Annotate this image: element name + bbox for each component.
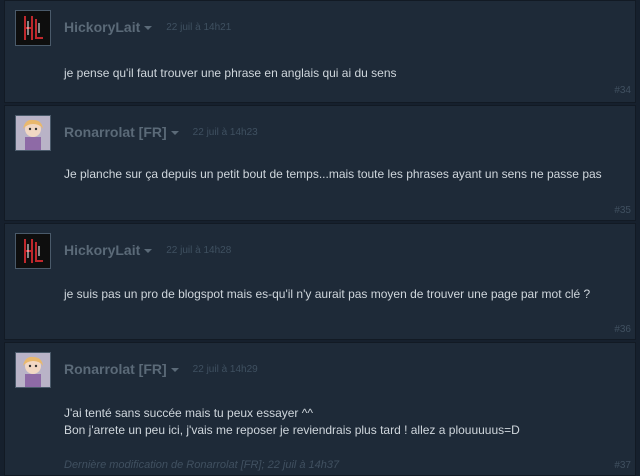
hickorylait-avatar[interactable] bbox=[15, 10, 51, 46]
post-number[interactable]: #37 bbox=[614, 460, 631, 471]
post-content: je pense qu'il faut trouver une phrase e… bbox=[64, 66, 397, 80]
comment-post: HickoryLait 22 juil à 14h28 je suis pas … bbox=[4, 223, 636, 340]
chevron-down-icon[interactable] bbox=[144, 26, 153, 30]
author-line: HickoryLait 22 juil à 14h21 bbox=[64, 18, 231, 36]
post-timestamp: 22 juil à 14h29 bbox=[192, 363, 258, 375]
post-number[interactable]: #34 bbox=[614, 85, 631, 96]
post-number[interactable]: #35 bbox=[614, 205, 631, 216]
chevron-down-icon[interactable] bbox=[170, 368, 179, 372]
post-content-line: J'ai tenté sans succée mais tu peux essa… bbox=[64, 406, 314, 420]
comment-thread: HickoryLait 22 juil à 14h21 je pense qu'… bbox=[0, 0, 640, 476]
post-number[interactable]: #36 bbox=[614, 324, 631, 335]
post-timestamp: 22 juil à 14h21 bbox=[166, 21, 232, 33]
hickorylait-avatar[interactable] bbox=[15, 233, 51, 269]
post-content-line: Bon j'arrete un peu ici, j'vais me repos… bbox=[64, 423, 520, 437]
author-name[interactable]: HickoryLait bbox=[64, 242, 140, 258]
chevron-down-icon[interactable] bbox=[144, 249, 153, 253]
post-content: je suis pas un pro de blogspot mais es-q… bbox=[64, 287, 591, 301]
ronarrolat-avatar[interactable] bbox=[15, 115, 51, 151]
post-timestamp: 22 juil à 14h23 bbox=[192, 126, 258, 138]
ronarrolat-avatar-icon bbox=[16, 353, 50, 387]
hickorylait-avatar-icon bbox=[16, 11, 50, 45]
author-name[interactable]: HickoryLait bbox=[64, 19, 140, 35]
comment-post: Ronarrolat [FR] 22 juil à 14h29 J'ai ten… bbox=[4, 342, 636, 476]
author-name[interactable]: Ronarrolat [FR] bbox=[64, 361, 167, 377]
hickorylait-avatar-icon bbox=[16, 234, 50, 268]
post-timestamp: 22 juil à 14h28 bbox=[166, 244, 232, 256]
author-line: HickoryLait 22 juil à 14h28 bbox=[64, 241, 231, 259]
ronarrolat-avatar[interactable] bbox=[15, 352, 51, 388]
post-content: Je planche sur ça depuis un petit bout d… bbox=[64, 167, 602, 181]
ronarrolat-avatar-icon bbox=[16, 116, 50, 150]
author-line: Ronarrolat [FR] 22 juil à 14h29 bbox=[64, 360, 258, 378]
post-content: J'ai tenté sans succée mais tu peux essa… bbox=[64, 405, 615, 439]
chevron-down-icon[interactable] bbox=[170, 131, 179, 135]
edit-note: Dernière modification de Ronarrolat [FR]… bbox=[64, 459, 340, 471]
comment-post: HickoryLait 22 juil à 14h21 je pense qu'… bbox=[4, 0, 636, 103]
author-name[interactable]: Ronarrolat [FR] bbox=[64, 124, 167, 140]
author-line: Ronarrolat [FR] 22 juil à 14h23 bbox=[64, 123, 258, 141]
comment-post: Ronarrolat [FR] 22 juil à 14h23 Je planc… bbox=[4, 105, 636, 221]
